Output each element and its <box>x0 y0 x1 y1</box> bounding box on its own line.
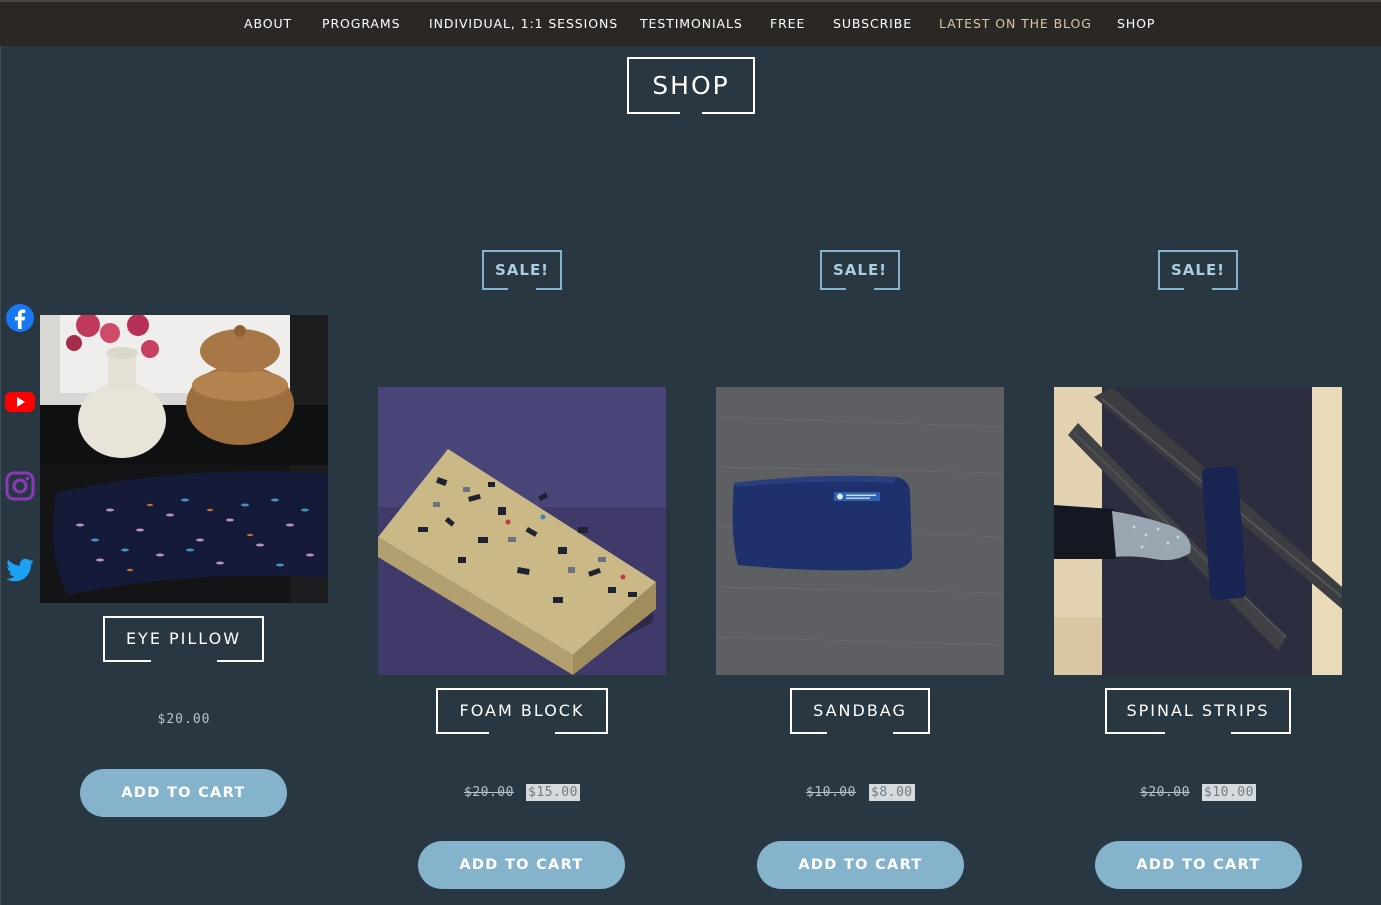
twitter-icon[interactable] <box>4 554 36 586</box>
sale-badge-foam-block: SALE! <box>482 250 562 290</box>
product-image-spinal-strips[interactable] <box>1054 387 1342 675</box>
nav-item-individual-sessions[interactable]: INDIVIDUAL, 1:1 SESSIONS <box>429 16 618 31</box>
add-to-cart-button-spinal-strips[interactable]: ADD TO CART <box>1095 841 1302 889</box>
instagram-icon[interactable] <box>4 470 36 502</box>
top-navigation: ABOUT PROGRAMS INDIVIDUAL, 1:1 SESSIONS … <box>0 0 1381 46</box>
product-sale-price-spinal-strips: $10.00 <box>1202 784 1256 801</box>
product-old-price-foam-block: $20.00 <box>464 785 514 800</box>
nav-menu: ABOUT PROGRAMS INDIVIDUAL, 1:1 SESSIONS … <box>0 2 1381 46</box>
nav-item-shop[interactable]: SHOP <box>1117 16 1155 31</box>
product-price-eye-pillow: $20.00 <box>157 712 211 727</box>
product-sale-price-foam-block: $15.00 <box>526 784 580 801</box>
product-sale-price-sandbag: $8.00 <box>869 784 915 801</box>
nav-item-free[interactable]: FREE <box>770 16 805 31</box>
product-old-price-sandbag: $10.00 <box>806 785 856 800</box>
nav-item-subscribe[interactable]: SUBSCRIBE <box>833 16 912 31</box>
sale-badge-sandbag: SALE! <box>820 250 900 290</box>
add-to-cart-button-sandbag[interactable]: ADD TO CART <box>757 841 964 889</box>
nav-item-programs[interactable]: PROGRAMS <box>322 16 400 31</box>
product-image-foam-block[interactable] <box>378 387 666 675</box>
add-to-cart-button-foam-block[interactable]: ADD TO CART <box>418 841 625 889</box>
nav-item-testimonials[interactable]: TESTIMONIALS <box>640 16 743 31</box>
product-title-sandbag[interactable]: SANDBAG <box>790 688 930 734</box>
product-image-eye-pillow[interactable] <box>40 315 328 603</box>
sale-badge-spinal-strips: SALE! <box>1158 250 1238 290</box>
facebook-icon[interactable] <box>4 302 36 334</box>
add-to-cart-button-eye-pillow[interactable]: ADD TO CART <box>80 769 287 817</box>
product-title-spinal-strips[interactable]: SPINAL STRIPS <box>1105 688 1291 734</box>
page-frame-line <box>0 46 1 905</box>
page-title: SHOP <box>627 57 755 114</box>
nav-item-about[interactable]: ABOUT <box>244 16 292 31</box>
youtube-icon[interactable] <box>4 386 36 418</box>
product-title-foam-block[interactable]: FOAM BLOCK <box>436 688 608 734</box>
product-image-sandbag[interactable] <box>716 387 1004 675</box>
product-title-eye-pillow[interactable]: EYE PILLOW <box>103 616 264 662</box>
product-old-price-spinal-strips: $20.00 <box>1140 785 1190 800</box>
nav-item-latest-on-the-blog[interactable]: LATEST ON THE BLOG <box>939 16 1092 31</box>
